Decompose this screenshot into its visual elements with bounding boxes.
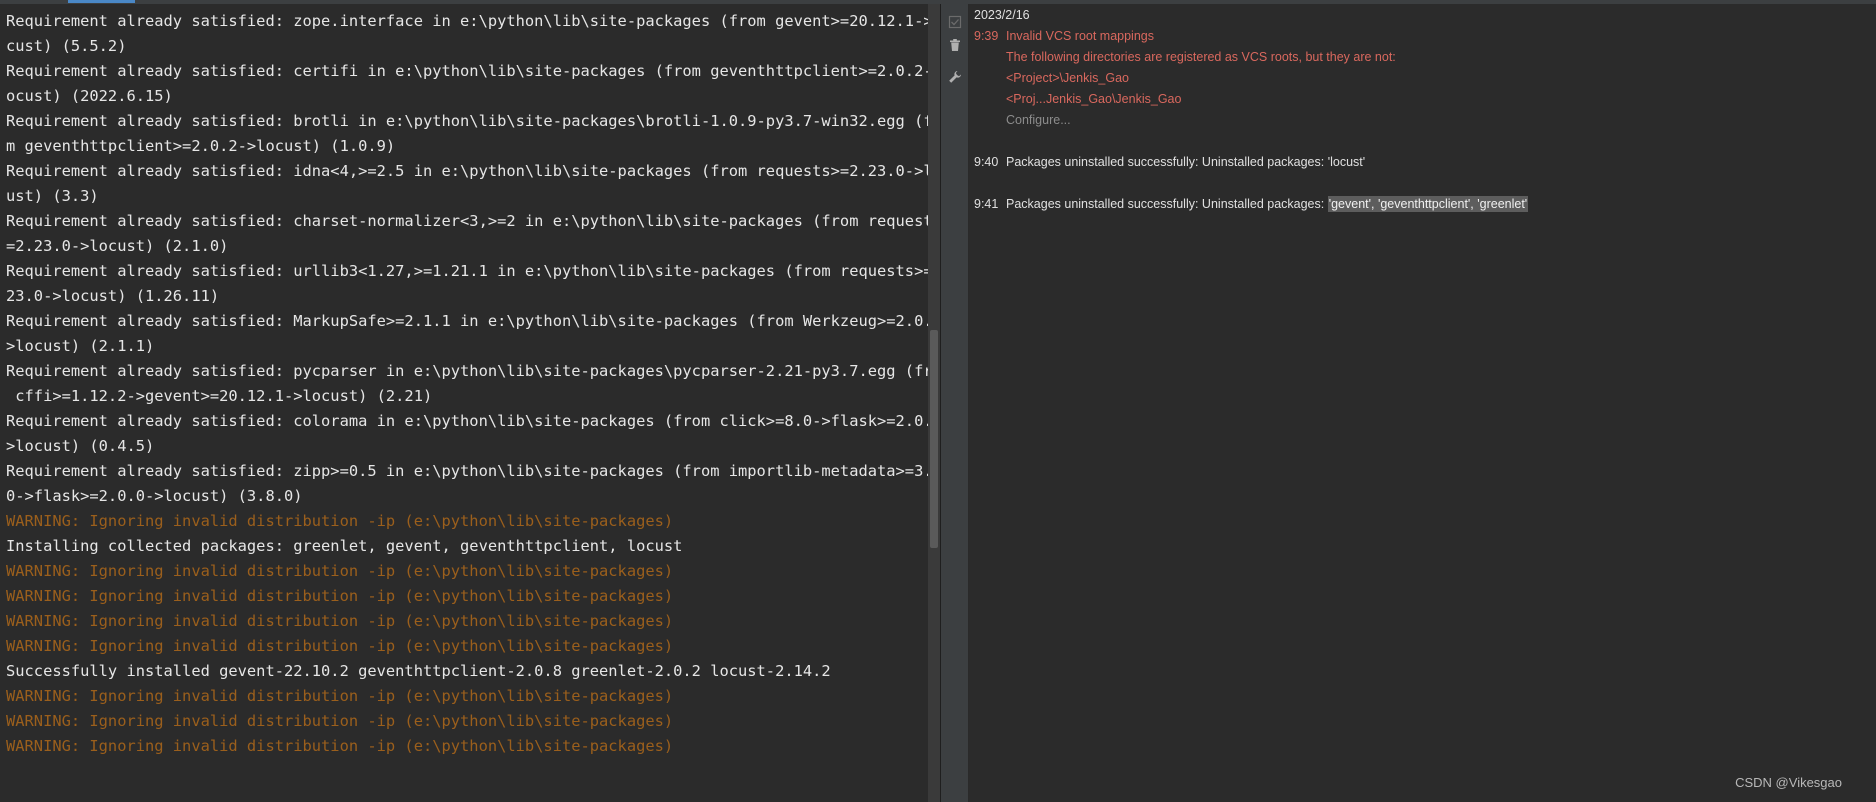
terminal-line: m geventhttpclient>=2.0.2->locust) (1.0.… <box>6 137 396 155</box>
terminal-line: Requirement already satisfied: brotli in… <box>6 112 928 130</box>
vcs-root-link-2[interactable]: <Proj...Jenkis_Gao\Jenkis_Gao <box>1006 92 1181 106</box>
wrench-icon[interactable] <box>944 66 966 88</box>
scrollbar-thumb[interactable] <box>930 330 938 548</box>
log-date: 2023/2/16 <box>974 8 1030 22</box>
terminal-scrollbar[interactable] <box>928 4 940 802</box>
entry1-time: 9:39 <box>974 29 999 43</box>
terminal-warning-line: WARNING: Ignoring invalid distribution -… <box>6 637 674 655</box>
terminal-line: Requirement already satisfied: urllib3<1… <box>6 262 928 280</box>
terminal-warning-line: WARNING: Ignoring invalid distribution -… <box>6 712 674 730</box>
terminal-line: Requirement already satisfied: zipp>=0.5… <box>6 462 928 480</box>
terminal-line: 0->flask>=2.0.0->locust) (3.8.0) <box>6 487 303 505</box>
terminal-line: Requirement already satisfied: zope.inte… <box>6 12 928 30</box>
terminal-line: Requirement already satisfied: MarkupSaf… <box>6 312 928 330</box>
terminal-warning-line: WARNING: Ignoring invalid distribution -… <box>6 512 674 530</box>
entry1-title: Invalid VCS root mappings <box>1006 29 1154 43</box>
watermark: CSDN @Vikesgao <box>1735 775 1842 790</box>
terminal-line: cffi>=1.12.2->gevent>=20.12.1->locust) (… <box>6 387 433 405</box>
terminal-line: Requirement already satisfied: idna<4,>=… <box>6 162 928 180</box>
terminal-warning-line: WARNING: Ignoring invalid distribution -… <box>6 587 674 605</box>
terminal-warning-line: WARNING: Ignoring invalid distribution -… <box>6 687 674 705</box>
terminal-warning-line: WARNING: Ignoring invalid distribution -… <box>6 612 674 630</box>
terminal-line: Requirement already satisfied: pycparser… <box>6 362 928 380</box>
mark-read-icon[interactable] <box>944 11 966 33</box>
terminal-line: cust) (5.5.2) <box>6 37 127 55</box>
entry2-message: Packages uninstalled successfully: Unins… <box>1006 155 1366 169</box>
terminal-line: Requirement already satisfied: certifi i… <box>6 62 928 80</box>
terminal-line: Requirement already satisfied: charset-n… <box>6 212 928 230</box>
event-log-toolbar <box>941 4 968 802</box>
terminal-output: Requirement already satisfied: zope.inte… <box>6 9 928 759</box>
entry3-message: Packages uninstalled successfully: Unins… <box>1006 197 1328 211</box>
configure-link[interactable]: Configure... <box>1006 113 1071 127</box>
terminal-warning-line: WARNING: Ignoring invalid distribution -… <box>6 562 674 580</box>
terminal-panel[interactable]: Requirement already satisfied: zope.inte… <box>0 4 928 802</box>
entry3-time: 9:41 <box>974 197 999 211</box>
terminal-line: Requirement already satisfied: colorama … <box>6 412 928 430</box>
trash-icon[interactable] <box>944 34 966 56</box>
event-log-panel[interactable]: 2023/2/16 9:39 Invalid VCS root mappings… <box>969 4 1876 802</box>
terminal-line: Installing collected packages: greenlet,… <box>6 537 683 555</box>
entry1-message: The following directories are registered… <box>1006 50 1396 64</box>
terminal-warning-line: WARNING: Ignoring invalid distribution -… <box>6 737 674 755</box>
terminal-line: Successfully installed gevent-22.10.2 ge… <box>6 662 831 680</box>
terminal-line: >locust) (2.1.1) <box>6 337 155 355</box>
terminal-line: >locust) (0.4.5) <box>6 437 155 455</box>
active-tab-indicator <box>68 0 135 3</box>
terminal-line: ust) (3.3) <box>6 187 99 205</box>
terminal-line: =2.23.0->locust) (2.1.0) <box>6 237 229 255</box>
entry2-time: 9:40 <box>974 155 999 169</box>
terminal-line: ocust) (2022.6.15) <box>6 87 173 105</box>
selected-text-highlight[interactable]: 'gevent', 'geventhttpclient', 'greenlet' <box>1327 196 1529 212</box>
entry3-line: Packages uninstalled successfully: Unins… <box>1006 196 1529 212</box>
terminal-line: 23.0->locust) (1.26.11) <box>6 287 220 305</box>
vcs-root-link-1[interactable]: <Project>\Jenkis_Gao <box>1006 71 1129 85</box>
